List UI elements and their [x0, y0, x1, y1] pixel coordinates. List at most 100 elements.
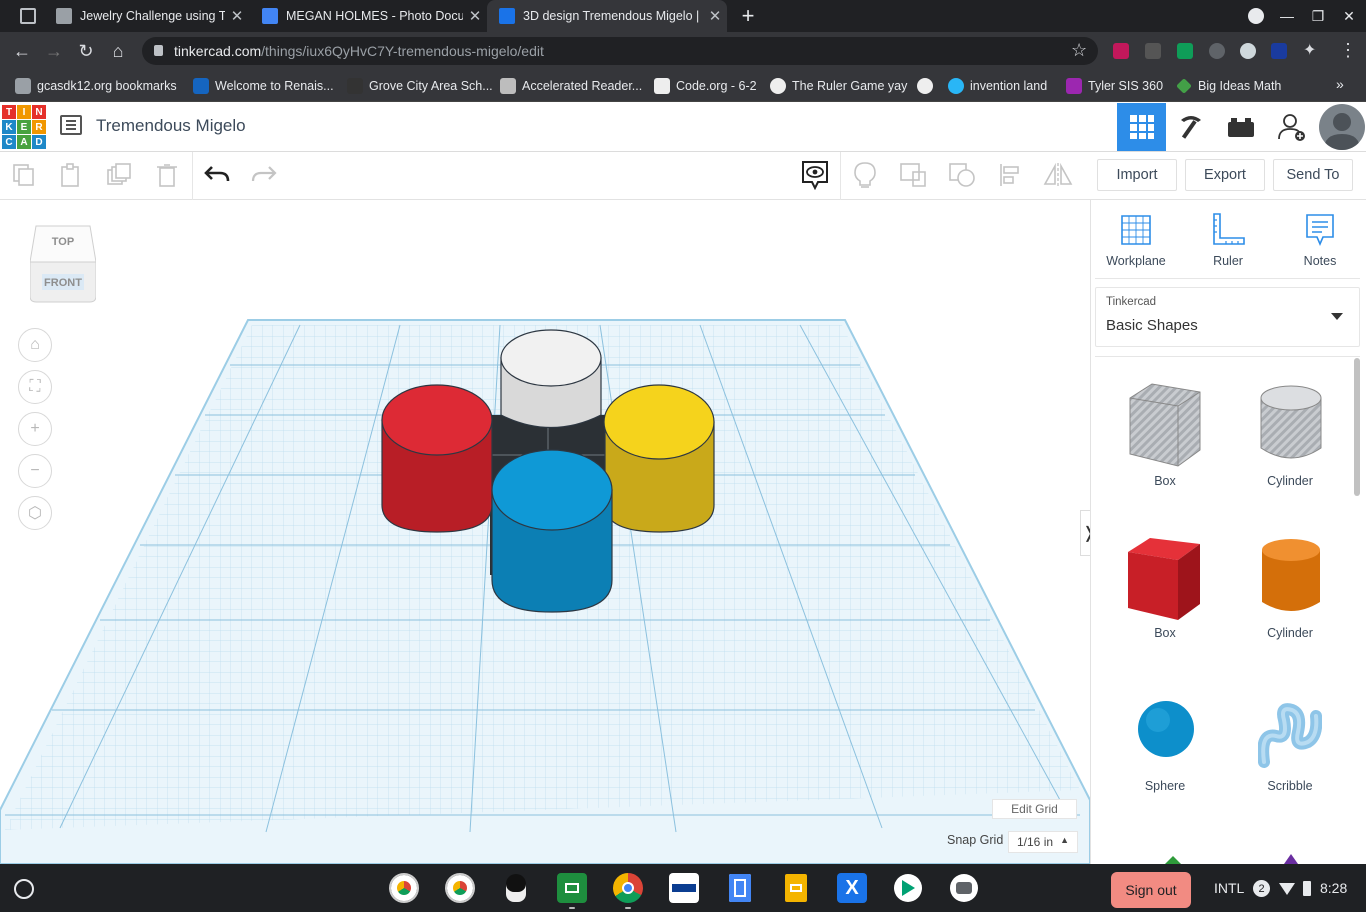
invite-user-button[interactable]: [1267, 103, 1316, 151]
wifi-icon[interactable]: [1279, 883, 1295, 895]
align-icon[interactable]: [996, 160, 1026, 190]
white-cylinder-shape[interactable]: [500, 329, 602, 428]
bookmark-item[interactable]: gcasdk12.org bookmarks: [15, 76, 177, 96]
import-button[interactable]: Import: [1097, 159, 1177, 191]
browser-tab-jewelry[interactable]: Jewelry Challenge using T ✕: [44, 0, 249, 32]
bookmark-star-icon[interactable]: ☆: [1071, 40, 1087, 61]
shape-box-hole[interactable]: [1122, 380, 1208, 472]
chrome-menu-icon[interactable]: ⋮: [1339, 40, 1357, 61]
snap-grid-select[interactable]: 1/16 in ▲: [1008, 831, 1078, 853]
clock-time[interactable]: 8:28: [1320, 880, 1347, 896]
window-close-icon[interactable]: ✕: [1334, 0, 1364, 32]
yellow-cylinder-shape[interactable]: [603, 384, 715, 533]
group-icon[interactable]: [898, 160, 928, 190]
zoom-out-button[interactable]: −: [18, 454, 52, 488]
battery-icon[interactable]: [1303, 881, 1311, 896]
view-cube-front-label[interactable]: FRONT: [30, 277, 96, 289]
close-icon[interactable]: ✕: [703, 7, 727, 25]
bookmark-item[interactable]: Tyler SIS 360: [1066, 76, 1163, 96]
lock-icon[interactable]: [154, 45, 163, 56]
notes-tool[interactable]: Notes: [1290, 212, 1350, 268]
pearson-testnav-icon[interactable]: [669, 873, 699, 903]
more-bookmarks-icon[interactable]: »: [1336, 76, 1344, 92]
minimize-icon[interactable]: —: [1272, 0, 1302, 32]
home-icon[interactable]: ⌂: [105, 38, 131, 64]
shape-box-red[interactable]: [1124, 534, 1204, 622]
input-method-indicator[interactable]: INTL: [1214, 880, 1244, 896]
shape-cylinder-hole[interactable]: [1255, 382, 1327, 466]
trash-icon[interactable]: [152, 160, 182, 190]
design-menu-icon[interactable]: [60, 115, 82, 135]
redo-icon[interactable]: [249, 160, 279, 190]
bookmark-item[interactable]: Big Ideas Math: [1176, 76, 1281, 96]
play-store-icon[interactable]: [893, 873, 923, 903]
extension-icon[interactable]: [1113, 43, 1129, 59]
puzzle-extensions-icon[interactable]: ✦: [1303, 40, 1319, 59]
chrome-browser-icon[interactable]: [613, 873, 643, 903]
sign-out-button[interactable]: Sign out: [1111, 872, 1191, 908]
new-tab-icon[interactable]: +: [733, 0, 763, 32]
send-to-button[interactable]: Send To: [1273, 159, 1353, 191]
shape-sphere[interactable]: [1136, 700, 1196, 760]
zoom-in-button[interactable]: +: [18, 412, 52, 446]
edit-grid-button[interactable]: Edit Grid: [992, 799, 1077, 819]
slides-app-icon[interactable]: [781, 873, 811, 903]
close-icon[interactable]: ✕: [225, 7, 249, 25]
mirror-icon[interactable]: [1043, 160, 1073, 190]
extension-icon[interactable]: [1209, 43, 1225, 59]
view-cube-top-label[interactable]: TOP: [30, 236, 96, 248]
cloud-extension-icon[interactable]: [1240, 43, 1256, 59]
tinkercad-logo[interactable]: T I N K E R C A D: [2, 105, 46, 149]
notes-visibility-icon[interactable]: [800, 160, 830, 190]
tab-search-dropdown-icon[interactable]: [1241, 0, 1271, 32]
classroom-app-icon[interactable]: [557, 873, 587, 903]
restore-icon[interactable]: ❐: [1303, 0, 1333, 32]
fit-view-button[interactable]: ⛶: [18, 370, 52, 404]
dropdown-caret-icon[interactable]: [1331, 313, 1343, 320]
browser-tab-tinkercad[interactable]: 3D design Tremendous Migelo | ✕: [487, 0, 727, 32]
ungroup-icon[interactable]: [947, 160, 977, 190]
blue-cylinder-shape[interactable]: [491, 449, 613, 613]
home-view-button[interactable]: ⌂: [18, 328, 52, 362]
bricks-button[interactable]: [1216, 103, 1265, 151]
sheets-extension-icon[interactable]: [1177, 43, 1193, 59]
chrome-app-icon[interactable]: [389, 873, 419, 903]
paste-icon[interactable]: [56, 160, 86, 190]
bookmark-item[interactable]: Welcome to Renais...: [193, 76, 334, 96]
ruler-tool[interactable]: Ruler: [1198, 212, 1258, 268]
docs-app-icon[interactable]: [725, 873, 755, 903]
extension-icon[interactable]: [1145, 43, 1161, 59]
penguin-app-icon[interactable]: [501, 873, 531, 903]
shape-cylinder-orange[interactable]: [1258, 536, 1324, 618]
avatar[interactable]: [1319, 104, 1365, 150]
launcher-icon[interactable]: [14, 879, 34, 899]
red-cylinder-shape[interactable]: [381, 384, 493, 533]
camera-app-icon[interactable]: [949, 873, 979, 903]
undo-icon[interactable]: [202, 160, 232, 190]
close-icon[interactable]: ✕: [463, 7, 487, 25]
url-text[interactable]: tinkercad.com/things/iux6QyHvC7Y-tremend…: [174, 43, 544, 59]
perspective-toggle-button[interactable]: ⬡: [18, 496, 52, 530]
project-title[interactable]: Tremendous Migelo: [96, 116, 246, 136]
x-app-icon[interactable]: X: [837, 873, 867, 903]
shape-scribble[interactable]: [1257, 702, 1323, 770]
codeblocks-button[interactable]: [1166, 103, 1215, 151]
notification-badge[interactable]: 2: [1253, 880, 1270, 897]
export-button[interactable]: Export: [1185, 159, 1265, 191]
duplicate-icon[interactable]: [104, 160, 134, 190]
bookmark-item[interactable]: [917, 76, 939, 96]
extension-icon[interactable]: [1271, 43, 1287, 59]
browser-tab-megan[interactable]: MEGAN HOLMES - Photo Docum ✕: [250, 0, 487, 32]
workplane-tool[interactable]: Workplane: [1106, 212, 1166, 268]
workplane-canvas[interactable]: [0, 200, 1090, 864]
copy-icon[interactable]: [9, 160, 39, 190]
bookmark-item[interactable]: The Ruler Game yay: [770, 76, 907, 96]
bookmark-item[interactable]: Code.org - 6-2: [654, 76, 757, 96]
chrome-app-icon[interactable]: [445, 873, 475, 903]
lightbulb-icon[interactable]: [850, 160, 880, 190]
3d-view-button[interactable]: [1117, 103, 1166, 151]
view-cube[interactable]: TOP FRONT: [29, 224, 97, 304]
tab-search-icon[interactable]: [20, 8, 36, 24]
forward-icon[interactable]: →: [41, 38, 67, 64]
back-icon[interactable]: ←: [9, 38, 35, 64]
